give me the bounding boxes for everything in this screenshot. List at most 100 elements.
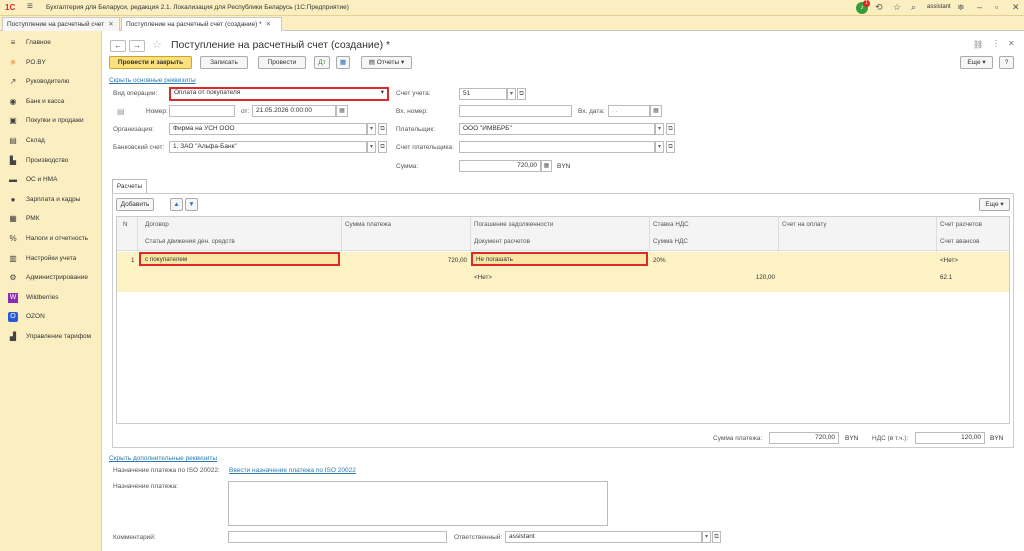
favorite-star-icon[interactable]: ☆ [152,38,162,51]
advance-account-cell[interactable]: 62.1 [940,274,952,281]
close-tab-icon[interactable]: ✕ [266,21,271,28]
account-input[interactable]: 51 [459,88,507,100]
sidebar-item-0[interactable]: ≡ Главное [0,34,102,53]
hide-main-details-link[interactable]: Скрыть основные реквизиты [109,77,196,84]
sidebar-item-6[interactable]: ▙ Производство [0,152,102,171]
payer-open-icon[interactable]: ⧉ [666,123,675,135]
sidebar-item-13[interactable]: W Wildberries [0,289,102,308]
in-date-input[interactable]: . . [608,105,650,117]
search-icon[interactable]: ⌕ [911,2,916,13]
sidebar-item-1[interactable]: ✳ PO.BY [0,54,102,73]
sidebar-item-14[interactable]: O OZON [0,308,102,327]
user-name[interactable]: assistant [927,4,951,10]
close-form-icon[interactable]: ✕ [1008,39,1015,48]
gear-icon: ⚙ [9,273,17,283]
settle-doc-cell[interactable]: <Нет> [474,274,492,281]
operation-type-select[interactable]: Оплата от покупателя ▾ [169,87,389,101]
responsible-open-icon[interactable]: ⧉ [712,531,721,543]
sidebar-item-9[interactable]: ▦ РМК [0,210,102,229]
settle-account-cell[interactable]: <Нет> [940,257,958,264]
calendar-icon[interactable]: ▦ [336,105,348,117]
organization-open-icon[interactable]: ⧉ [378,123,387,135]
number-settings-icon[interactable]: ▤ [117,107,125,116]
repayment-cell[interactable]: Не погашать [471,252,648,266]
back-button[interactable]: ← [110,40,126,52]
sidebar-item-label: Главное [26,39,51,46]
save-button[interactable]: Записать [200,56,248,69]
more-button[interactable]: Еще ▾ [960,56,993,69]
row-number: 1 [131,257,135,264]
move-down-icon[interactable]: ▼ [185,198,198,211]
sidebar-item-4[interactable]: ▣ Покупки и продажи [0,112,102,131]
link-icon[interactable]: ⛓ [973,40,983,49]
add-row-button[interactable]: Добавить [116,198,154,211]
vat-amount-cell[interactable]: 120,00 [717,274,775,281]
col-header-advance-account: Счет авансов [940,238,980,245]
account-dropdown-icon[interactable]: ▾ [507,88,516,100]
date-input[interactable]: 21.05.2026 0:00:00 [252,105,336,117]
hide-extra-details-link[interactable]: Скрыть дополнительные реквизиты [109,455,217,462]
restore-icon[interactable]: ▫ [995,2,998,12]
settings-menu-icon[interactable]: ≑ [957,2,965,13]
vat-rate-cell[interactable]: 20% [653,257,666,264]
reports-button[interactable]: ▤ Отчеты ▾ [361,56,412,69]
sidebar-item-label: Настройки учета [26,254,77,262]
payer-input[interactable]: ООО "ИМВБРБ" [459,123,655,135]
total-amount-label: Сумма платежа: [713,435,763,442]
bank-account-open-icon[interactable]: ⧉ [378,141,387,153]
organization-dropdown-icon[interactable]: ▾ [367,123,376,135]
bank-account-input[interactable]: 1, ЗАО "Альфа-Банк" [169,141,367,153]
responsible-dropdown-icon[interactable]: ▾ [702,531,711,543]
payer-account-open-icon[interactable]: ⧉ [666,141,675,153]
calculator-icon[interactable]: ▦ [541,160,552,172]
organization-input[interactable]: Фирма на УСН ООО [169,123,367,135]
history-icon[interactable]: ⟲ [875,2,883,13]
sidebar-item-7[interactable]: ▬ ОС и НМА [0,171,102,190]
grid-more-button[interactable]: Еще ▾ [979,198,1010,211]
vat-total-label: НДС (в т.ч.): [872,435,909,442]
bank-account-dropdown-icon[interactable]: ▾ [367,141,376,153]
payer-dropdown-icon[interactable]: ▾ [655,123,664,135]
account-open-icon[interactable]: ⧉ [517,88,526,100]
iso-purpose-link[interactable]: Ввести назначение платежа по ISO 20022 [229,467,356,474]
tab-receipt-list[interactable]: Поступление на расчетный счет ✕ [2,17,120,31]
responsible-input[interactable]: assistant [505,531,702,543]
in-number-input[interactable] [459,105,572,117]
sidebar-item-15[interactable]: ▟ Управление тарифом [0,328,102,347]
sidebar-item-8[interactable]: ● Зарплата и кадры [0,191,102,210]
tab-settlements[interactable]: Расчеты [112,179,147,194]
grid-more-label: Еще [985,201,999,208]
sum-input[interactable]: 720,00 [459,160,541,172]
structure-icon[interactable]: ▦ [336,56,350,69]
contract-cell[interactable]: с покупателем [139,252,340,266]
menu-icon: ≡ [10,38,16,47]
purpose-label: Назначение платежа: [113,483,178,490]
sidebar-item-10[interactable]: % Налоги и отчетность [0,230,102,249]
forward-button[interactable]: → [129,40,145,52]
main-menu-icon[interactable]: ≡ [27,1,33,12]
minimize-icon[interactable]: – [977,2,982,12]
sidebar-item-12[interactable]: ⚙ Администрирование [0,269,102,288]
close-tab-icon[interactable]: ✕ [108,21,113,28]
payer-account-input[interactable] [459,141,655,153]
sidebar-item-5[interactable]: ▤ Склад [0,132,102,151]
post-button[interactable]: Провести [258,56,306,69]
favorites-icon[interactable]: ☆ [893,2,901,13]
tab-receipt-create[interactable]: Поступление на расчетный счет (создание)… [121,17,282,31]
payer-account-dropdown-icon[interactable]: ▾ [655,141,664,153]
close-window-icon[interactable]: ✕ [1012,2,1020,13]
move-up-icon[interactable]: ▲ [170,198,183,211]
sidebar-item-11[interactable]: ▥ Настройки учета [0,250,102,269]
comment-input[interactable] [228,531,447,543]
purpose-textarea[interactable] [228,481,608,526]
help-button[interactable]: ? [999,56,1014,69]
more-actions-icon[interactable]: ⋮ [992,39,1000,48]
sum-label: Сумма: [396,163,419,170]
dt-kt-icon[interactable]: Дт [314,56,330,69]
sidebar-item-3[interactable]: ◉ Банк и касса [0,93,102,112]
in-date-calendar-icon[interactable]: ▦ [650,105,662,117]
number-input[interactable] [169,105,235,117]
amount-cell[interactable]: 720,00 [417,257,467,264]
sidebar-item-2[interactable]: ↗ Руководителю [0,73,102,92]
post-and-close-button[interactable]: Провести и закрыть [109,56,192,69]
